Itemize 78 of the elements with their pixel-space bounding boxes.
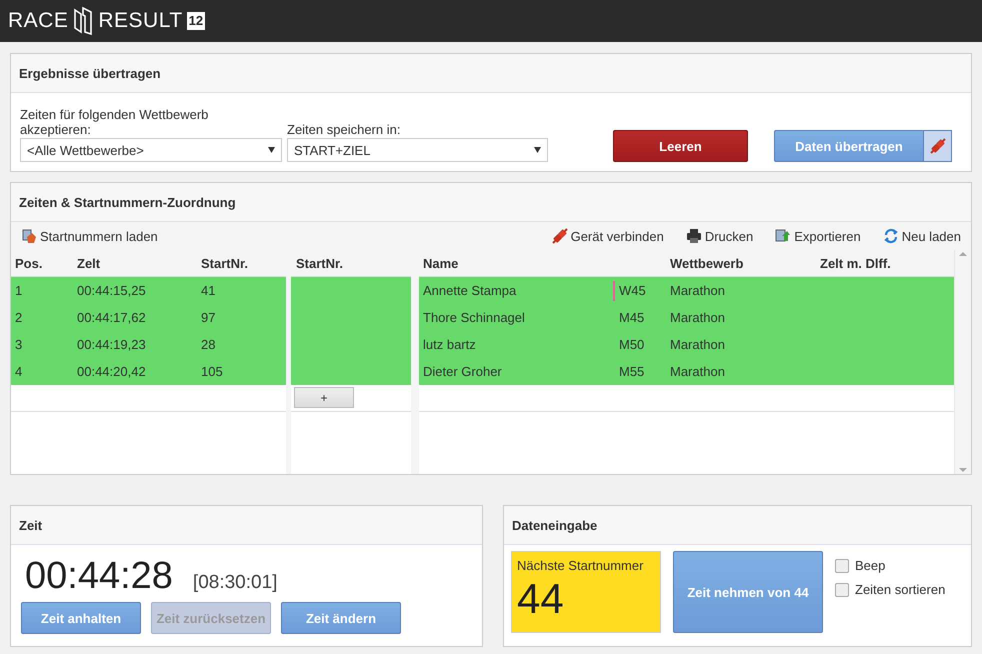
table-cell-text: Marathon xyxy=(670,283,726,298)
participant-row[interactable]: Thore Schinnagel M45 Marathon xyxy=(419,304,954,331)
field-label: Zeiten speichern in: xyxy=(287,122,402,137)
scroll-down-icon[interactable] xyxy=(958,466,968,474)
table-cell-text: Annette Stampa xyxy=(422,283,518,298)
table-cell-text: 00:44:17,62 xyxy=(76,310,147,325)
panel-title: Ergebnisse übertragen xyxy=(19,66,161,80)
table-cell-text: 1 xyxy=(14,283,24,298)
participant-row[interactable]: lutz bartz M50 Marathon xyxy=(419,331,954,358)
export-icon xyxy=(775,228,792,244)
plug-icon xyxy=(930,138,946,154)
card-label: Nächste Startnummer xyxy=(517,558,644,573)
table-cell-text: 4 xyxy=(14,364,24,379)
clock-time: [08:30:01] xyxy=(192,572,278,594)
table-cell-text: Marathon xyxy=(670,310,726,325)
panel-title: Zeit xyxy=(19,518,42,532)
checkbox-label: Zeiten sortieren xyxy=(855,582,946,597)
column-header: StartNr. xyxy=(200,256,249,270)
table-cell-text: 2 xyxy=(14,310,24,325)
plug-button[interactable] xyxy=(924,130,952,162)
field-label: Zeiten für folgenden Wettbewerb akzeptieren: xyxy=(20,107,210,137)
version-badge: 12 xyxy=(186,12,206,30)
bib-cell[interactable] xyxy=(291,358,411,385)
table-cell-text: 97 xyxy=(200,310,216,325)
table-cell-text: Thore Schinnagel xyxy=(422,310,526,325)
table-cell-text: M45 xyxy=(619,310,646,325)
toolbar-button[interactable]: Neu laden xyxy=(882,228,961,244)
box-icon xyxy=(21,228,37,244)
table-cell-text: 00:44:20,42 xyxy=(76,364,147,379)
table-cell-text: W45 xyxy=(619,283,647,298)
table-cell-text: M55 xyxy=(619,364,646,379)
plug-icon xyxy=(552,228,568,244)
column-header: Name xyxy=(422,256,460,270)
result-row[interactable]: 1 00:44:15,25 41 xyxy=(11,277,286,304)
printer-icon xyxy=(686,228,702,244)
result-row[interactable]: 3 00:44:19,23 28 xyxy=(11,331,286,358)
contest-dropdown[interactable]: <Alle Wettbewerbe> xyxy=(20,138,282,162)
table-cell-text: Marathon xyxy=(670,337,726,352)
column-header: Pos. xyxy=(14,256,44,270)
toolbar-button[interactable]: Gerät verbinden xyxy=(552,228,664,244)
column-header: StartNr. xyxy=(295,256,343,270)
bib-cell[interactable] xyxy=(291,277,411,304)
clear-button[interactable]: Leeren xyxy=(613,130,748,162)
result-row[interactable]: 2 00:44:17,62 97 xyxy=(11,304,286,331)
toolbar-button[interactable]: Drucken xyxy=(686,228,754,244)
toolbar-button[interactable]: Exportieren xyxy=(775,228,861,244)
logo-text: RACE xyxy=(8,9,68,33)
table-cell-text: 3 xyxy=(14,337,24,352)
add-button[interactable]: + xyxy=(294,387,354,408)
table-cell-text: Dieter Groher xyxy=(422,364,503,379)
table-cell-text: 00:44:15,25 xyxy=(76,283,147,298)
table-cell-text: 105 xyxy=(200,364,224,379)
caret-icon xyxy=(268,147,275,153)
reload-icon xyxy=(882,228,899,244)
participant-row[interactable]: Dieter Groher M55 Marathon xyxy=(419,358,954,385)
race-time: 00:44:28 xyxy=(25,555,173,598)
column-header: Zelt xyxy=(76,256,102,270)
logo-text: RESULT xyxy=(98,9,183,33)
table-cell-text: 00:44:19,23 xyxy=(76,337,147,352)
table-cell-text: M50 xyxy=(619,337,646,352)
panel-title: Dateneingabe xyxy=(512,518,598,532)
table-cell-text: 41 xyxy=(200,283,216,298)
column-header: Zelt m. Dlff. xyxy=(820,256,891,270)
table-cell-text: 28 xyxy=(200,337,216,352)
participant-row[interactable]: Annette Stampa W45 Marathon xyxy=(419,277,954,304)
logo-icon xyxy=(72,6,94,36)
checkbox[interactable] xyxy=(835,558,849,572)
toolbar-button[interactable]: Startnummern laden xyxy=(21,228,158,244)
checkbox-label: Beep xyxy=(855,558,886,573)
next-bib-number: 44 xyxy=(517,575,565,623)
storage-dropdown[interactable]: START+ZIEL xyxy=(287,138,548,162)
result-row[interactable]: 4 00:44:20,42 105 xyxy=(11,358,286,385)
table-cell-text: Marathon xyxy=(670,364,726,379)
column-header: Wettbewerb xyxy=(670,256,744,270)
panel-title: Zeiten & Startnummern-Zuordnung xyxy=(19,194,236,210)
caret-icon xyxy=(534,147,541,153)
table-cell-text: lutz bartz xyxy=(422,337,477,352)
checkbox[interactable] xyxy=(835,582,849,596)
